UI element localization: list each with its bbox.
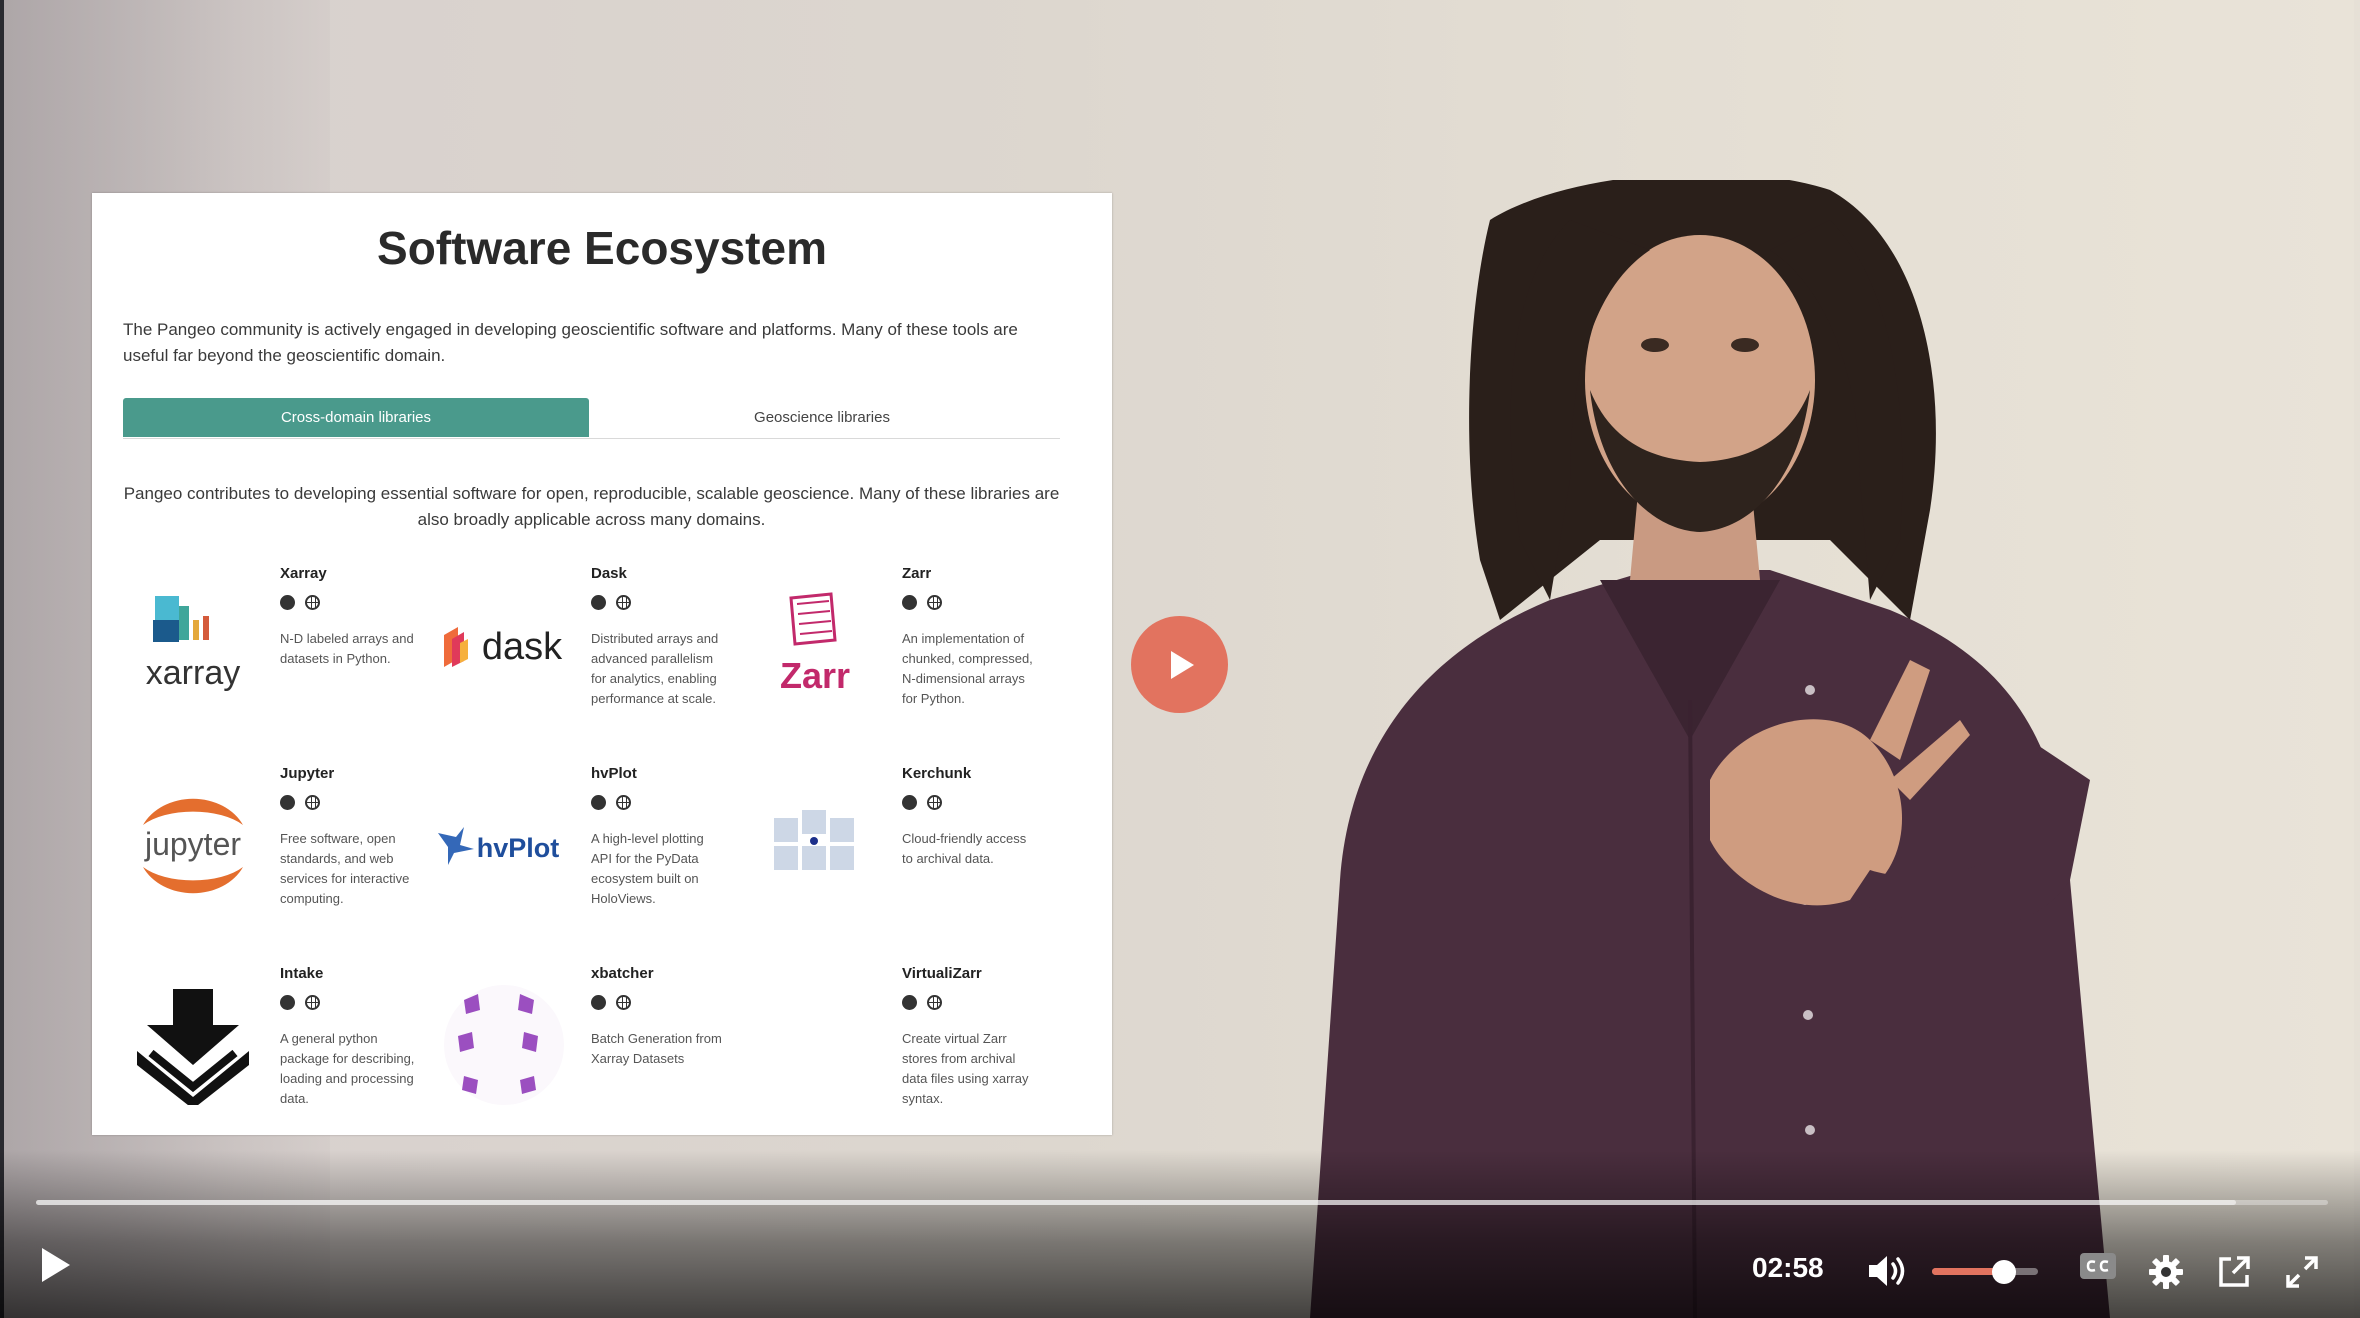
globe-icon[interactable]	[616, 995, 631, 1010]
slide: Software Ecosystem The Pangeo community …	[92, 193, 1112, 1135]
globe-icon[interactable]	[616, 595, 631, 610]
library-description: N-D labeled arrays and datasets in Pytho…	[280, 631, 414, 666]
library-description: Create virtual Zarr stores from archival…	[902, 1031, 1029, 1106]
github-icon[interactable]	[902, 995, 917, 1010]
video-frame[interactable]: Software Ecosystem The Pangeo community …	[0, 0, 2360, 1318]
play-icon	[42, 1248, 70, 1282]
library-card-kerchunk: Kerchunk Cloud-friendly access to archiv…	[745, 765, 1055, 955]
jupyter-logo-text: jupyter	[144, 826, 241, 862]
hvplot-logo-text: hvPlot	[477, 833, 560, 863]
library-card-virtualizarr: VirtualiZarr Create virtual Zarr stores …	[745, 965, 1055, 1155]
library-description: A high-level plotting API for the PyData…	[591, 831, 704, 906]
play-icon	[1170, 650, 1194, 679]
library-description: Distributed arrays and advanced parallel…	[591, 631, 719, 706]
frame-edge	[2354, 0, 2360, 1318]
controls-shade	[0, 1150, 2360, 1318]
slide-intro: The Pangeo community is actively engaged…	[123, 320, 1018, 365]
github-icon[interactable]	[591, 995, 606, 1010]
fullscreen-button[interactable]	[2280, 1250, 2324, 1294]
slide-title: Software Ecosystem	[377, 222, 827, 274]
globe-icon[interactable]	[305, 795, 320, 810]
volume-slider[interactable]	[1932, 1260, 2038, 1284]
library-links	[902, 595, 942, 610]
tab-cross-domain-libraries[interactable]: Cross-domain libraries	[123, 398, 589, 437]
tab-geoscience-libraries[interactable]: Geoscience libraries	[589, 398, 1055, 437]
github-icon[interactable]	[902, 595, 917, 610]
play-button[interactable]	[30, 1240, 80, 1290]
library-card-xarray: xarray Xarray N-D labeled arrays and dat…	[123, 565, 433, 755]
library-links	[591, 595, 631, 610]
globe-icon[interactable]	[616, 795, 631, 810]
library-name: Intake	[280, 965, 324, 982]
zarr-logo: Zarr	[745, 575, 885, 715]
xarray-logo: xarray	[123, 575, 263, 715]
globe-icon[interactable]	[927, 995, 942, 1010]
hvplot-logo: hvPlot	[434, 775, 574, 915]
library-links	[591, 795, 631, 810]
xbatcher-logo	[434, 975, 574, 1115]
closed-captions-icon	[2080, 1253, 2116, 1279]
library-description: Batch Generation from Xarray Datasets	[591, 1031, 722, 1066]
library-card-hvplot: hvPlot hvPlot A high-level plotting API …	[434, 765, 744, 955]
github-icon[interactable]	[902, 795, 917, 810]
library-links	[280, 995, 320, 1010]
volume-handle[interactable]	[1992, 1260, 2017, 1284]
library-card-zarr: Zarr Zarr An implementation of chunked, …	[745, 565, 1055, 755]
library-description: Free software, open standards, and web s…	[280, 831, 410, 906]
globe-icon[interactable]	[305, 595, 320, 610]
library-description: An implementation of chunked, compressed…	[902, 631, 1033, 706]
library-links	[591, 995, 631, 1010]
globe-icon[interactable]	[927, 795, 942, 810]
volume-icon	[1869, 1256, 1905, 1286]
library-card-xbatcher: xbatcher Batch Generation from Xarray Da…	[434, 965, 744, 1155]
library-links	[902, 995, 942, 1010]
progress-bar[interactable]	[36, 1200, 2328, 1205]
library-name: Dask	[591, 565, 627, 582]
github-icon[interactable]	[280, 595, 295, 610]
library-links	[902, 795, 942, 810]
library-name: Kerchunk	[902, 765, 972, 782]
library-name: Xarray	[280, 565, 327, 582]
frame-edge	[0, 0, 4, 1318]
library-links	[280, 595, 320, 610]
dask-logo: dask	[434, 575, 574, 715]
library-tabs: Cross-domain libraries Geoscience librar…	[123, 398, 1060, 439]
library-card-jupyter: jupyter Jupyter Free software, open stan…	[123, 765, 433, 955]
library-name: Zarr	[902, 565, 932, 582]
settings-icon	[2149, 1255, 2183, 1289]
intake-logo	[123, 975, 263, 1115]
captions-button[interactable]	[2076, 1250, 2120, 1284]
library-name: xbatcher	[591, 965, 654, 982]
globe-icon[interactable]	[927, 595, 942, 610]
library-card-intake: Intake A general python package for desc…	[123, 965, 433, 1155]
globe-icon[interactable]	[305, 995, 320, 1010]
buffered-range	[36, 1200, 2237, 1205]
github-icon[interactable]	[591, 595, 606, 610]
kerchunk-logo	[745, 775, 885, 915]
popout-icon	[2219, 1256, 2250, 1287]
center-play-button[interactable]	[1131, 616, 1228, 713]
slide-subintro: Pangeo contributes to developing essenti…	[123, 484, 1060, 529]
library-card-dask: dask Dask Distributed arrays and advance…	[434, 565, 744, 755]
settings-button[interactable]	[2144, 1250, 2188, 1294]
presenter	[1270, 180, 2130, 1318]
xarray-logo-text: xarray	[146, 654, 240, 692]
time-display: 02:58	[1752, 1252, 1824, 1283]
library-name: hvPlot	[591, 765, 637, 782]
library-description: Cloud-friendly access to archival data.	[902, 831, 1027, 866]
presenter-illustration	[1310, 180, 2110, 1318]
popout-button[interactable]	[2212, 1250, 2256, 1294]
zarr-logo-text: Zarr	[780, 655, 850, 696]
library-links	[280, 795, 320, 810]
library-name: VirtualiZarr	[902, 965, 982, 982]
fullscreen-icon	[2286, 1256, 2318, 1288]
github-icon[interactable]	[280, 795, 295, 810]
library-description: A general python package for describing,…	[280, 1031, 415, 1106]
github-icon[interactable]	[280, 995, 295, 1010]
jupyter-logo: jupyter	[123, 775, 263, 915]
github-icon[interactable]	[591, 795, 606, 810]
volume-button[interactable]	[1864, 1250, 1912, 1292]
dask-logo-text: dask	[482, 626, 563, 668]
library-name: Jupyter	[280, 765, 335, 782]
